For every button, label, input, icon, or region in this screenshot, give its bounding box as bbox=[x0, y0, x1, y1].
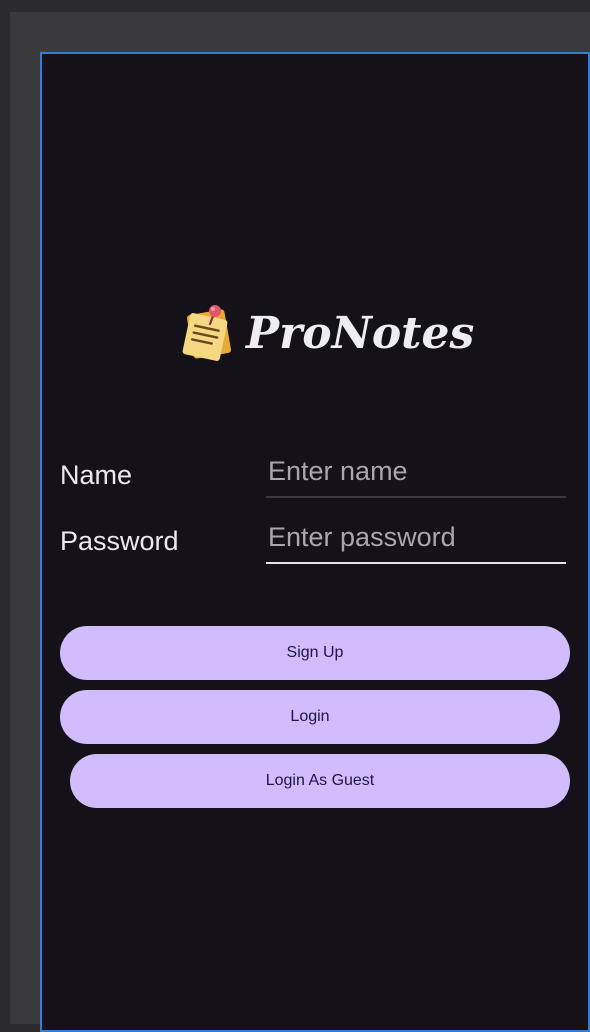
app-title: ProNotes bbox=[246, 307, 475, 359]
login-button[interactable]: Login bbox=[60, 690, 560, 744]
name-label: Name bbox=[60, 460, 133, 490]
login-as-guest-button[interactable]: Login As Guest bbox=[70, 754, 570, 808]
sticky-note-icon bbox=[182, 305, 232, 361]
preview-canvas: ProNotes Name Password Sign Up Login Log… bbox=[10, 12, 590, 1032]
password-row: Password bbox=[60, 518, 566, 568]
name-input[interactable] bbox=[266, 452, 566, 498]
password-label: Password bbox=[60, 526, 179, 556]
name-row: Name bbox=[60, 452, 566, 502]
password-input[interactable] bbox=[266, 518, 566, 564]
sign-up-button[interactable]: Sign Up bbox=[60, 626, 570, 680]
app-logo: ProNotes bbox=[180, 298, 474, 368]
device-screen: ProNotes Name Password Sign Up Login Log… bbox=[40, 52, 590, 1032]
